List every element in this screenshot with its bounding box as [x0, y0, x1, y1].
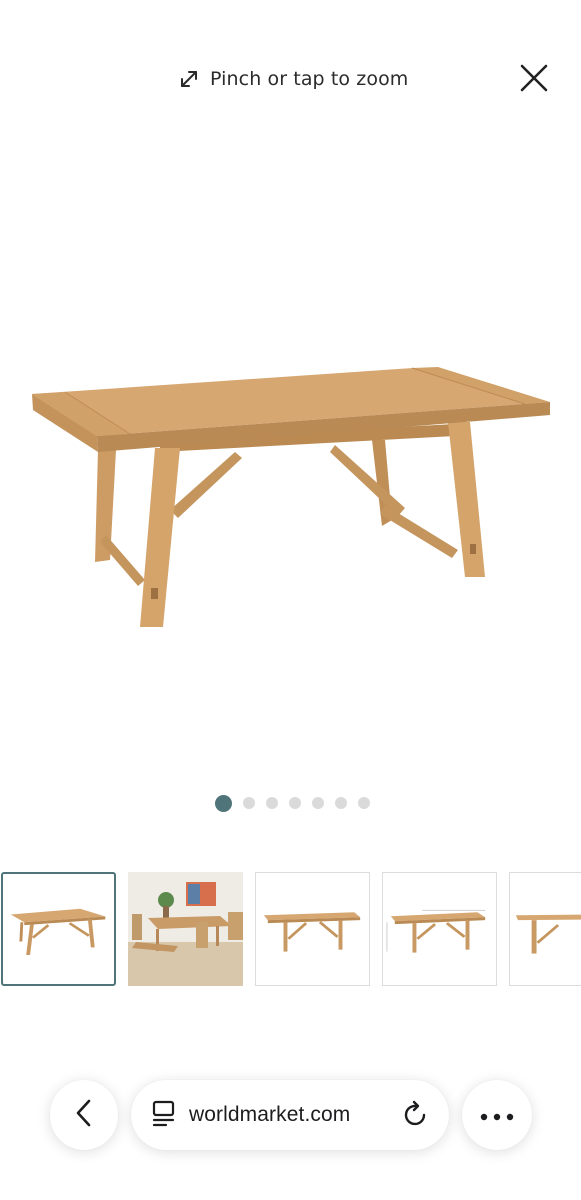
product-image[interactable]: [20, 340, 565, 650]
carousel-dot-1[interactable]: [214, 794, 232, 812]
more-button[interactable]: [462, 1080, 532, 1150]
thumbnail-5[interactable]: [509, 872, 581, 986]
zoom-hint: Pinch or tap to zoom: [178, 62, 408, 96]
reload-icon[interactable]: [402, 1100, 430, 1134]
thumbnail-2[interactable]: [128, 872, 243, 986]
url-text: worldmarket.com: [189, 1103, 351, 1126]
close-icon: [519, 63, 549, 97]
tabs-icon: [151, 1099, 177, 1131]
expand-arrows-icon: [178, 68, 200, 90]
carousel-dot-3[interactable]: [265, 797, 278, 809]
address-bar[interactable]: worldmarket.com: [131, 1080, 449, 1150]
zoom-hint-text: Pinch or tap to zoom: [210, 68, 409, 90]
thumbnail-1[interactable]: [1, 872, 116, 986]
more-dots-icon: [480, 1106, 514, 1125]
close-button[interactable]: [514, 62, 554, 98]
carousel-dot-2[interactable]: [242, 797, 255, 809]
carousel-dot-4[interactable]: [288, 797, 301, 809]
carousel-dot-5[interactable]: [311, 797, 324, 809]
browser-toolbar: worldmarket.com: [0, 1080, 581, 1152]
carousel-pagination: [0, 793, 581, 813]
carousel-dot-6[interactable]: [334, 797, 347, 809]
carousel-dot-7[interactable]: [357, 797, 370, 809]
thumbnail-3[interactable]: [255, 872, 370, 986]
thumbnail-4[interactable]: [382, 872, 497, 986]
back-button[interactable]: [50, 1080, 118, 1150]
thumbnail-strip[interactable]: [0, 871, 581, 989]
chevron-left-icon: [74, 1098, 94, 1132]
